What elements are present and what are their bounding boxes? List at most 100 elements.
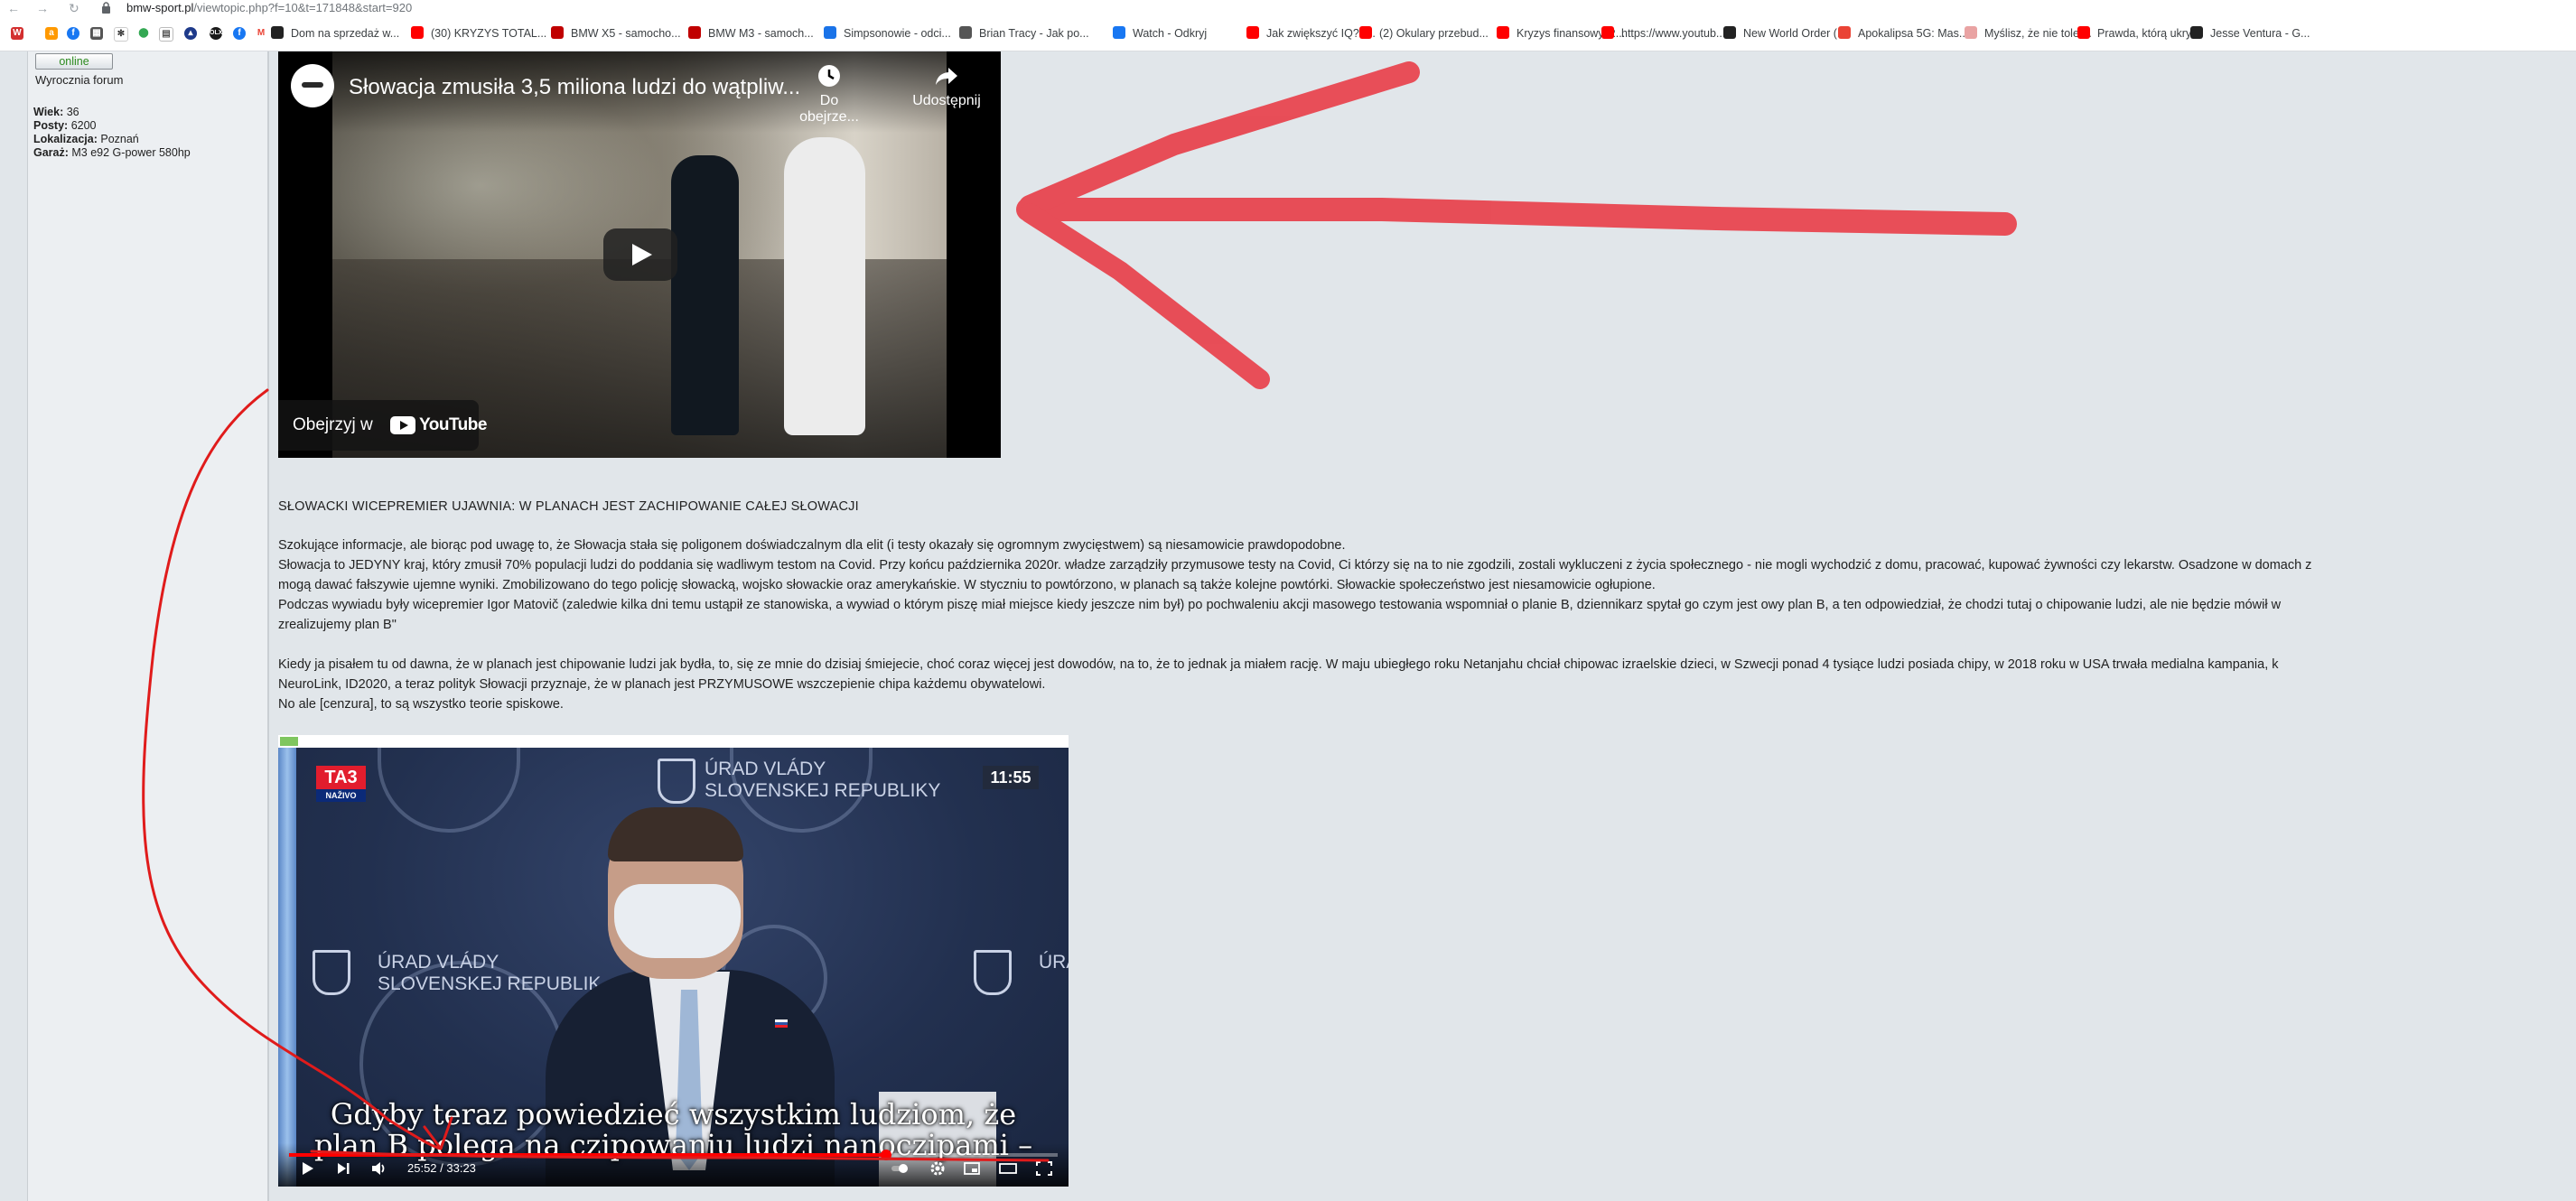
online-status-badge: online [35, 53, 113, 70]
user-rank: Wyrocznia forum [35, 73, 124, 87]
youtube-embed-2[interactable]: ÚRAD VLÁDY SLOVENSKEJ REPUBLIKY ÚRAD VLÁD… [278, 735, 1069, 1187]
miniplayer-icon[interactable] [963, 1160, 981, 1177]
bookmark-item[interactable]: New World Order (... [1723, 25, 1846, 42]
youtube-icon [1359, 26, 1372, 39]
bookmark-label: Dom na sprzedaż w... [291, 27, 400, 40]
office-sign-top: ÚRAD VLÁDY SLOVENSKEJ REPUBLIKY [705, 759, 941, 801]
otomoto-icon [688, 26, 701, 39]
left-margin [0, 51, 28, 1201]
stat-location: Lokalizacja: Poznań [33, 133, 139, 145]
post-paragraph-2: Kiedy ja pisałem tu od dawna, że w plana… [278, 655, 2279, 714]
watch-on-youtube-button[interactable]: Obejrzyj w YouTube [278, 400, 487, 451]
progress-bar[interactable] [289, 1150, 1058, 1160]
post-body: Słowacja zmusiła 3,5 miliona ludzi do wą… [269, 51, 2576, 1201]
bookmark-label: (2) Okulary przebud... [1379, 27, 1489, 40]
speaker-hair [608, 807, 743, 861]
text-line: zrealizujemy plan B" [278, 618, 397, 632]
bookmarks-bar: W a f ▦ ✻ ⬤ ▤ ▴ OLX f M Dom na sprzedaż … [0, 16, 2576, 51]
bookmark-item[interactable]: (2) Okulary przebud... [1359, 25, 1489, 42]
thumbnail-man [671, 155, 739, 435]
video-title[interactable]: Słowacja zmusiła 3,5 miliona ludzi do wą… [349, 75, 800, 100]
maps-icon[interactable]: ⬤ [137, 27, 150, 40]
bookmark-item[interactable]: Simpsonowie - odci... [824, 25, 951, 42]
clock-icon [818, 65, 840, 87]
text-line: Kiedy ja pisałem tu od dawna, że w plana… [278, 657, 2279, 672]
stat-age: Wiek: 36 [33, 106, 79, 118]
bookmark-item[interactable]: (30) KRYZYS TOTAL... [411, 25, 546, 42]
olx-icon[interactable]: OLX [210, 27, 222, 40]
bookmark-item[interactable]: Watch - Odkryj [1113, 25, 1207, 42]
channel-avatar[interactable] [291, 64, 334, 107]
facebook-icon[interactable]: f [67, 27, 79, 40]
office-sign-right: ÚRA [1039, 952, 1069, 973]
page-icon [1965, 26, 1977, 39]
bookmark-label: BMW M3 - samoch... [708, 27, 814, 40]
next-icon[interactable] [334, 1160, 352, 1177]
forward-icon[interactable]: → [36, 0, 49, 16]
bookmark-item[interactable]: https://www.youtub... [1601, 25, 1725, 42]
calendar-icon[interactable]: ▤ [159, 27, 173, 42]
watch-on-label: Obejrzyj w [293, 415, 373, 434]
facebook-icon[interactable]: f [233, 27, 246, 40]
watch-later-button[interactable]: Do obejrze... [789, 64, 870, 126]
youtube-icon [1497, 26, 1509, 39]
youtube-embed-1[interactable]: Słowacja zmusiła 3,5 miliona ludzi do wą… [278, 51, 1001, 458]
tv-icon [824, 26, 836, 39]
settings-gear-icon[interactable] [929, 1160, 947, 1177]
volume-icon[interactable] [370, 1160, 388, 1177]
app-icon[interactable]: W [11, 27, 23, 40]
face-mask [614, 884, 741, 958]
fullscreen-icon[interactable] [1035, 1160, 1053, 1177]
bookmark-label: Myślisz, że nie toler... [1984, 27, 2092, 40]
broadcast-clock: 11:55 [983, 766, 1039, 789]
ta3-logo: TA3 NAŽIVO [316, 766, 366, 802]
slack-icon[interactable]: ✻ [114, 27, 128, 42]
globe-icon [959, 26, 972, 39]
share-button[interactable]: Udostępnij [906, 64, 987, 109]
youtube-icon [411, 26, 424, 39]
user-stats: Wiek: 36 Posty: 6200 Lokalizacja: Poznań… [33, 106, 191, 160]
dailymotion-icon [2190, 26, 2203, 39]
theater-mode-icon[interactable] [999, 1160, 1017, 1177]
address-bar[interactable]: ← → ↻ bmw-sport.pl/viewtopic.php?f=10&t=… [0, 0, 2576, 16]
bookmark-label: Simpsonowie - odci... [844, 27, 951, 40]
bookmark-item[interactable]: Myślisz, że nie toler... [1965, 25, 2092, 42]
gmail-icon[interactable]: M [255, 27, 267, 40]
url-text[interactable]: bmw-sport.pl/viewtopic.php?f=10&t=171848… [126, 0, 412, 16]
amazon-icon[interactable]: a [45, 27, 58, 40]
reload-icon[interactable]: ↻ [69, 0, 79, 16]
bookmark-label: https://www.youtub... [1621, 27, 1726, 40]
text-line: mogą dawać fałszywie ujemne wyniki. Zmob… [278, 578, 1656, 592]
google-icon [1838, 26, 1851, 39]
back-icon[interactable]: ← [7, 0, 20, 16]
text-line: Szokujące informacje, ale biorąc pod uwa… [278, 538, 1346, 553]
text-line: Słowacja to JEDYNY kraj, który zmusił 70… [278, 558, 2312, 573]
bookmark-item[interactable]: Brian Tracy - Jak po... [959, 25, 1089, 42]
bookmark-item[interactable]: BMW X5 - samocho... [551, 25, 681, 42]
bookmark-item[interactable]: Jesse Ventura - G... [2190, 25, 2310, 42]
bookmark-item[interactable]: Jak zwiększyć IQ? -... [1246, 25, 1376, 42]
shield-icon[interactable]: ▴ [184, 27, 197, 40]
bookmark-item[interactable]: Apokalipsa 5G: Mas... [1838, 25, 1968, 42]
flag-pin-icon [775, 1019, 788, 1028]
bookmark-label: BMW X5 - samocho... [571, 27, 681, 40]
bookmark-label: Watch - Odkryj [1133, 27, 1208, 40]
thumbnail-medic [784, 137, 865, 435]
play-icon[interactable] [298, 1160, 316, 1177]
lock-icon [102, 2, 110, 14]
otomoto-icon [551, 26, 564, 39]
autoplay-toggle-icon[interactable] [891, 1160, 909, 1177]
bookmark-label: Jesse Ventura - G... [2210, 27, 2310, 40]
bookmark-icon[interactable]: ▦ [90, 27, 103, 40]
play-button[interactable] [603, 228, 677, 281]
page-icon [271, 26, 284, 39]
watch-later-label: Do obejrze... [799, 93, 859, 125]
bookmark-item[interactable]: BMW M3 - samoch... [688, 25, 814, 42]
youtube-icon [2077, 26, 2090, 39]
bookmark-label: (30) KRYZYS TOTAL... [431, 27, 547, 40]
bookmark-label: Prawda, którą ukry... [2097, 27, 2200, 40]
post-paragraph-1: Szokujące informacje, ale biorąc pod uwa… [278, 535, 2311, 635]
bookmark-item[interactable]: Dom na sprzedaż w... [271, 25, 399, 42]
bookmark-item[interactable]: Prawda, którą ukry... [2077, 25, 2200, 42]
bookmark-label: Brian Tracy - Jak po... [979, 27, 1089, 40]
